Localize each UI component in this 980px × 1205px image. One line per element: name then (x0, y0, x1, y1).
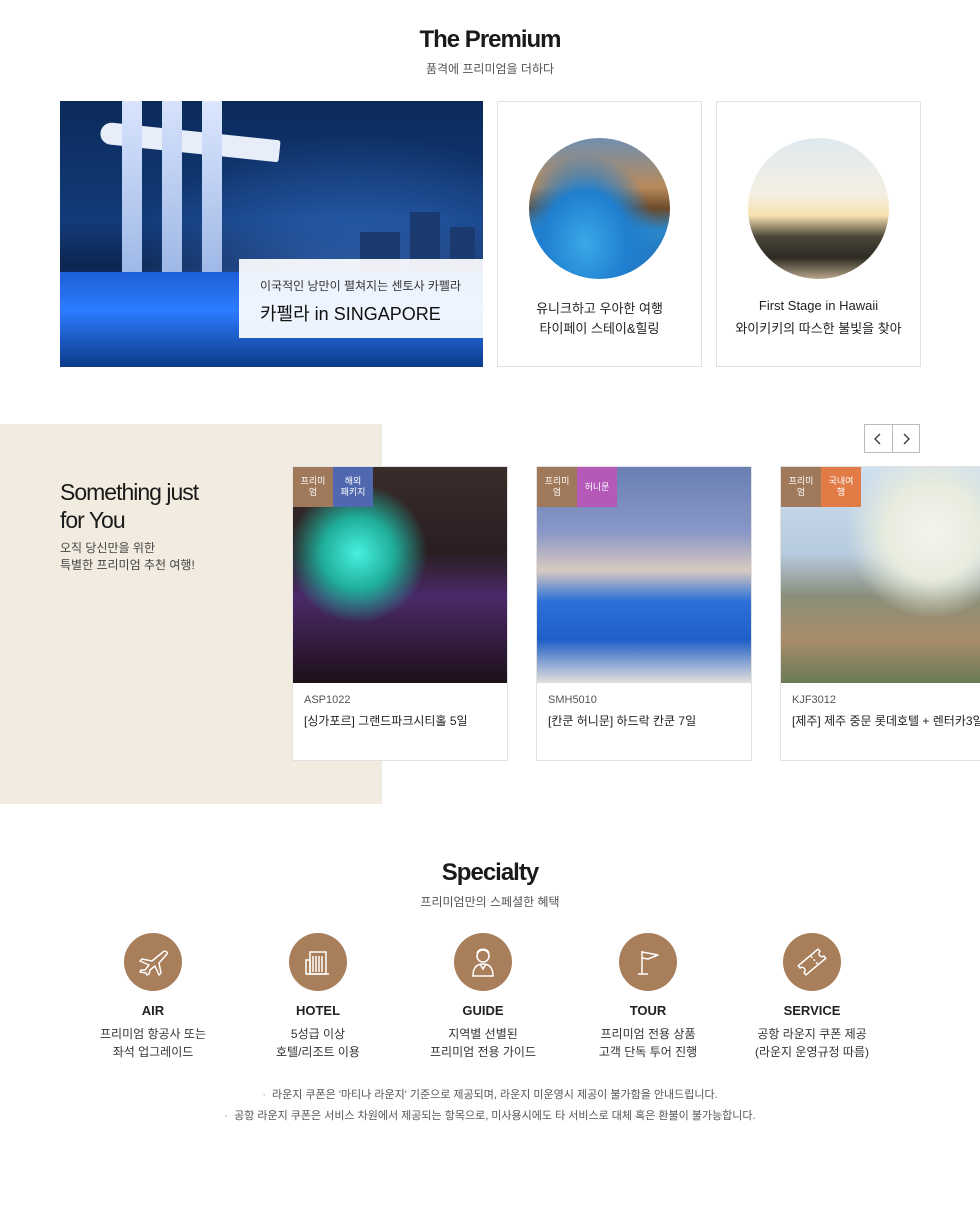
tag-premium: 프리미엄 (537, 467, 577, 507)
carousel-prev-button[interactable] (865, 425, 892, 452)
specialty-desc-line2: 프리미엄 전용 가이드 (429, 1045, 537, 1059)
premium-subtitle: 품격에 프리미엄을 더하다 (425, 62, 555, 76)
tag-premium: 프리미엄 (293, 467, 333, 507)
specialty-desc: 프리미엄 항공사 또는좌석 업그레이드 (83, 1025, 223, 1061)
specialty-desc-line1: 공항 라운지 쿠폰 제공 (757, 1027, 867, 1041)
premium-card-hawaii[interactable]: First Stage in Hawaii 와이키키의 따스한 불빛을 찾아 (716, 101, 921, 367)
hero-image-tower (202, 101, 222, 272)
specialty-air: AIR 프리미엄 항공사 또는좌석 업그레이드 (83, 933, 223, 1061)
premium-card-line2: 와이키키의 따스한 불빛을 찾아 (735, 321, 902, 336)
specialty-subtitle: 프리미엄만의 스페셜한 혜택 (420, 895, 560, 909)
hero-caption-small: 이국적인 낭만이 펼쳐지는 센토사 카펠라 (260, 279, 462, 293)
chevron-left-icon (874, 433, 881, 444)
bullet-icon: · (224, 1110, 229, 1122)
specialty-desc-line1: 지역별 선별된 (448, 1027, 518, 1041)
product-name: [싱가포르] 그랜드파크시티홀 5일 (304, 714, 468, 728)
specialty-desc-line2: (라운지 운영규정 따름) (754, 1045, 870, 1059)
specialty-desc-line2: 좌석 업그레이드 (112, 1045, 194, 1059)
specialty-title: Specialty (441, 859, 539, 886)
product-name: [제주] 제주 중문 롯데호텔 + 렌터카3일 (792, 714, 980, 728)
specialty-desc-line1: 프리미엄 전용 상품 (600, 1027, 696, 1041)
recommend-subtitle-line2: 특별한 프리미엄 추천 여행! (60, 558, 195, 572)
premium-card-line2: 타이페이 스테이&힐링 (539, 321, 660, 336)
hero-image-tower (122, 101, 142, 272)
specialty-desc-line1: 5성급 이상 (290, 1027, 346, 1041)
note-item: · 라운지 쿠폰은 '마티나 라운지' 기준으로 제공되며, 라운지 미운영시 제… (0, 1085, 980, 1106)
recommend-subtitle: 오직 당신만을 위한 특별한 프리미엄 추천 여행! (60, 540, 195, 574)
premium-card-taipei[interactable]: 유니크하고 우아한 여행 타이페이 스테이&힐링 (497, 101, 702, 367)
hawaii-beach-image (748, 138, 889, 279)
specialty-desc: 5성급 이상호텔/리조트 이용 (248, 1025, 388, 1061)
premium-card-line1: 유니크하고 우아한 여행 (536, 301, 663, 316)
airplane-icon (124, 933, 182, 991)
recommend-subtitle-line1: 오직 당신만을 위한 (60, 541, 155, 555)
note-text: 공항 라운지 쿠폰은 서비스 차원에서 제공되는 항목으로, 미사용시에도 타 … (234, 1110, 756, 1122)
specialty-service: SERVICE 공항 라운지 쿠폰 제공 (라운지 운영규정 따름) (742, 933, 882, 1061)
carousel-nav (864, 424, 920, 453)
bullet-icon: · (262, 1089, 266, 1101)
chevron-right-icon (903, 433, 910, 444)
hero-caption[interactable]: 이국적인 낭만이 펼쳐지는 센토사 카펠라 카펠라 in SINGAPORE (239, 259, 483, 338)
hero-image-tower (162, 101, 182, 272)
product-name: [칸쿤 허니문] 하드락 칸쿤 7일 (548, 714, 697, 728)
specialty-guide: GUIDE 지역별 선별된프리미엄 전용 가이드 (413, 933, 553, 1061)
specialty-desc-line2: 고객 단독 투어 진행 (598, 1045, 698, 1059)
specialty-desc-line2: 호텔/리조트 이용 (276, 1045, 360, 1059)
hero-caption-title: 카펠라 in SINGAPORE (260, 304, 441, 324)
specialty-label: HOTEL (295, 1003, 341, 1018)
specialty-desc: 지역별 선별된프리미엄 전용 가이드 (413, 1025, 553, 1061)
product-card-jeju[interactable]: 프리미엄 국내여행 KJF3012 [제주] 제주 중문 롯데호텔 + 렌터카3… (780, 466, 980, 761)
product-code: KJF3012 (792, 694, 837, 706)
product-code: ASP1022 (304, 694, 351, 706)
tag-premium: 프리미엄 (781, 467, 821, 507)
product-code: SMH5010 (548, 694, 597, 706)
premium-card-line1: First Stage in Hawaii (758, 298, 879, 313)
specialty-notes: · 라운지 쿠폰은 '마티나 라운지' 기준으로 제공되며, 라운지 미운영시 제… (0, 1085, 980, 1127)
specialty-tour: TOUR 프리미엄 전용 상품고객 단독 투어 진행 (578, 933, 718, 1061)
specialty-desc: 공항 라운지 쿠폰 제공 (라운지 운영규정 따름) (742, 1025, 882, 1061)
product-card-singapore[interactable]: 프리미엄 해외 패키지 ASP1022 [싱가포르] 그랜드파크시티홀 5일 (292, 466, 508, 761)
carousel-next-button[interactable] (891, 425, 919, 452)
specialty-label: SERVICE (783, 1003, 841, 1018)
specialty-desc-line1: 프리미엄 항공사 또는 (99, 1027, 207, 1041)
recommend-title: Something just for You (60, 478, 199, 534)
tag-category: 해외 패키지 (333, 467, 373, 507)
product-tags: 프리미엄 허니문 (537, 467, 617, 507)
tag-category: 국내여행 (821, 467, 861, 507)
specialty-desc: 프리미엄 전용 상품고객 단독 투어 진행 (578, 1025, 718, 1061)
specialty-hotel: HOTEL 5성급 이상호텔/리조트 이용 (248, 933, 388, 1061)
specialty-label: TOUR (629, 1003, 667, 1018)
note-item: · 공항 라운지 쿠폰은 서비스 차원에서 제공되는 항목으로, 미사용시에도 타… (0, 1106, 980, 1127)
hotel-icon (289, 933, 347, 991)
tag-category: 허니문 (577, 467, 617, 507)
recommend-title-line2: for You (60, 507, 126, 533)
product-tags: 프리미엄 해외 패키지 (293, 467, 373, 507)
specialty-label: GUIDE (462, 1003, 504, 1018)
specialty-label: AIR (141, 1003, 165, 1018)
flag-icon (619, 933, 677, 991)
product-card-cancun[interactable]: 프리미엄 허니문 SMH5010 [칸쿤 허니문] 하드락 칸쿤 7일 (536, 466, 752, 761)
product-tags: 프리미엄 국내여행 (781, 467, 861, 507)
guide-icon (454, 933, 512, 991)
taipei-pool-image (529, 138, 670, 279)
note-text: 라운지 쿠폰은 '마티나 라운지' 기준으로 제공되며, 라운지 미운영시 제공… (272, 1089, 718, 1101)
premium-title: The Premium (419, 26, 561, 53)
ticket-icon (783, 933, 841, 991)
recommend-title-line1: Something just (60, 479, 199, 505)
